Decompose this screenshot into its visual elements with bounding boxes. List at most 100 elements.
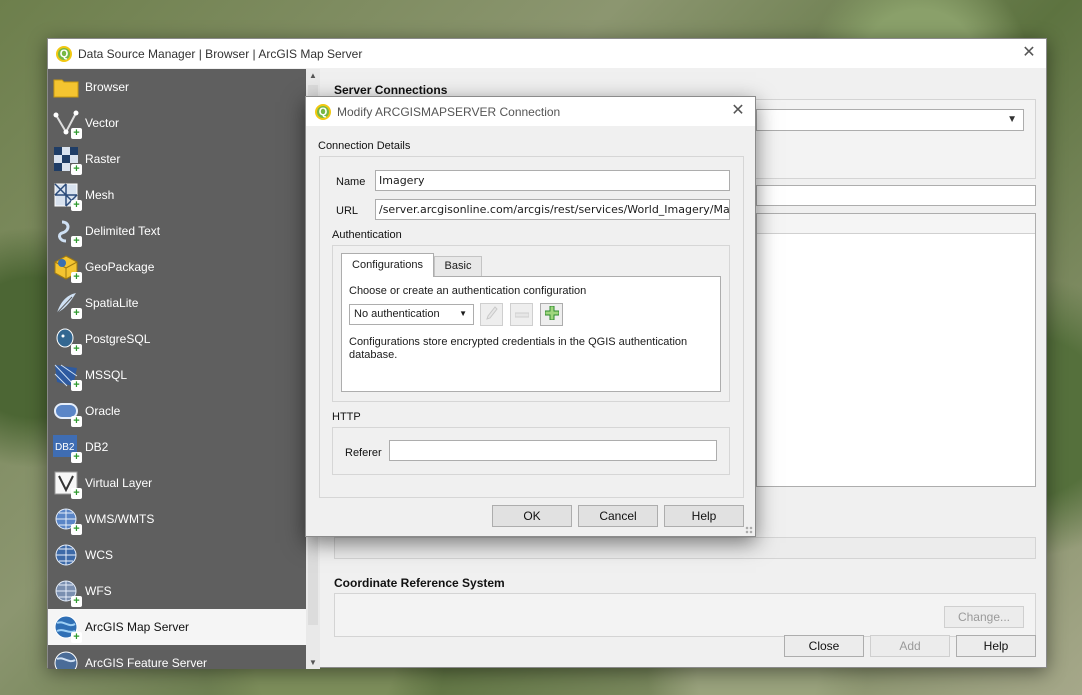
resize-grip-icon[interactable] [745, 526, 753, 534]
sidebar-item-mssql[interactable]: + MSSQL [48, 357, 306, 393]
raster-icon: + [52, 145, 82, 175]
cancel-button[interactable]: Cancel [578, 505, 658, 527]
sidebar-item-vector[interactable]: + Vector [48, 105, 306, 141]
minus-icon [514, 308, 529, 322]
ok-button[interactable]: OK [492, 505, 572, 527]
connections-dropdown[interactable]: ▼ [756, 109, 1024, 131]
sidebar-item-arcgis-map-server[interactable]: + ArcGIS Map Server [48, 609, 306, 645]
sidebar-item-oracle[interactable]: + Oracle [48, 393, 306, 429]
wfs-icon: + [52, 577, 82, 607]
layers-tree-header [757, 214, 1035, 234]
sidebar-item-spatialite[interactable]: + SpatiaLite [48, 285, 306, 321]
qgis-logo-icon: Q [315, 103, 331, 120]
auth-config-select[interactable]: No authentication ▼ [349, 304, 474, 325]
sidebar-item-label: Browser [85, 80, 130, 94]
change-crs-button[interactable]: Change... [944, 606, 1024, 628]
pencil-icon [485, 306, 498, 323]
virtual-layer-icon: + [52, 469, 82, 499]
dialog-help-button[interactable]: Help [664, 505, 744, 527]
url-input[interactable]: /server.arcgisonline.com/arcgis/rest/ser… [375, 199, 730, 220]
sidebar-item-arcgis-feature-server[interactable]: ArcGIS Feature Server [48, 645, 306, 669]
dialog-titlebar: Q Modify ARCGISMAPSERVER Connection ✕ [306, 97, 755, 126]
tab-basic[interactable]: Basic [434, 256, 482, 277]
sidebar-item-label: GeoPackage [85, 260, 155, 274]
postgresql-icon: + [52, 325, 82, 355]
sidebar-item-label: WFS [85, 584, 112, 598]
remove-config-button[interactable] [510, 303, 533, 326]
sidebar-item-label: Mesh [85, 188, 115, 202]
auth-tabs: Configurations Basic Choose or create an… [341, 253, 723, 395]
wcs-icon [52, 541, 80, 569]
qgis-logo-icon: Q [56, 45, 72, 62]
scroll-down-icon[interactable]: ▼ [309, 658, 317, 667]
plus-icon [544, 305, 559, 323]
sidebar-item-label: WMS/WMTS [85, 512, 155, 526]
sidebar-item-label: WCS [85, 548, 113, 562]
sidebar-item-wms-wmts[interactable]: + WMS/WMTS [48, 501, 306, 537]
dialog-close-icon[interactable]: ✕ [729, 102, 747, 120]
crs-title: Coordinate Reference System [334, 576, 505, 590]
sidebar: Browser + Vector + Raster + Mesh + Delim… [48, 69, 306, 669]
auth-prompt: Choose or create an authentication confi… [349, 285, 587, 297]
vector-icon: + [52, 109, 82, 139]
window-close-icon[interactable]: ✕ [1020, 44, 1038, 62]
edit-config-button[interactable] [480, 303, 503, 326]
tab-configurations[interactable]: Configurations [341, 253, 434, 277]
delimited-text-icon: + [52, 217, 82, 247]
referer-input[interactable] [389, 440, 717, 461]
sidebar-item-label: Oracle [85, 404, 121, 418]
db2-icon: DB2 + [52, 433, 82, 463]
sidebar-item-db2[interactable]: DB2 + DB2 [48, 429, 306, 465]
add-button[interactable]: Add [870, 635, 950, 657]
chevron-down-icon: ▼ [1007, 114, 1017, 125]
chevron-down-icon: ▼ [459, 309, 467, 318]
server-connections-title: Server Connections [334, 83, 448, 97]
sidebar-item-label: Virtual Layer [85, 476, 153, 490]
sidebar-item-virtual-layer[interactable]: + Virtual Layer [48, 465, 306, 501]
layer-name-field [334, 537, 1036, 559]
window-titlebar: Q Data Source Manager | Browser | ArcGIS… [48, 39, 1046, 68]
geopackage-icon: + [52, 253, 82, 283]
folder-icon [52, 73, 80, 101]
sidebar-item-delimited-text[interactable]: + Delimited Text [48, 213, 306, 249]
help-button[interactable]: Help [956, 635, 1036, 657]
arcgis-feature-server-icon [52, 649, 80, 669]
sidebar-item-label: ArcGIS Feature Server [85, 656, 208, 669]
filter-input[interactable] [756, 185, 1036, 206]
add-config-button[interactable] [540, 303, 563, 326]
scroll-up-icon[interactable]: ▲ [309, 71, 317, 80]
sidebar-item-raster[interactable]: + Raster [48, 141, 306, 177]
authentication-label: Authentication [332, 229, 402, 241]
layers-tree[interactable] [756, 213, 1036, 487]
sidebar-item-label: DB2 [85, 440, 109, 454]
name-label: Name [336, 176, 366, 188]
modify-connection-dialog: Q Modify ARCGISMAPSERVER Connection ✕ Co… [305, 96, 756, 537]
sidebar-item-browser[interactable]: Browser [48, 69, 306, 105]
spatialite-icon: + [52, 289, 82, 319]
mesh-icon: + [52, 181, 82, 211]
sidebar-item-wcs[interactable]: WCS [48, 537, 306, 573]
crs-group [334, 593, 1036, 637]
sidebar-item-wfs[interactable]: + WFS [48, 573, 306, 609]
sidebar-item-mesh[interactable]: + Mesh [48, 177, 306, 213]
mssql-icon: + [52, 361, 82, 391]
dialog-title: Modify ARCGISMAPSERVER Connection [337, 104, 561, 119]
sidebar-item-label: ArcGIS Map Server [85, 620, 190, 634]
sidebar-item-label: Delimited Text [85, 224, 161, 238]
arcgis-map-server-icon: + [52, 613, 82, 643]
auth-info-text: Configurations store encrypted credentia… [349, 336, 688, 361]
referer-label: Referer [345, 447, 382, 459]
sidebar-item-label: SpatiaLite [85, 296, 139, 310]
oracle-icon: + [52, 397, 82, 427]
sidebar-item-geopackage[interactable]: + GeoPackage [48, 249, 306, 285]
close-button[interactable]: Close [784, 635, 864, 657]
wms-icon: + [52, 505, 82, 535]
configurations-panel: Choose or create an authentication confi… [341, 276, 721, 392]
sidebar-item-label: PostgreSQL [85, 332, 151, 346]
sidebar-item-postgresql[interactable]: + PostgreSQL [48, 321, 306, 357]
name-input[interactable]: Imagery [375, 170, 730, 191]
sidebar-item-label: Raster [85, 152, 121, 166]
window-title: Data Source Manager | Browser | ArcGIS M… [78, 46, 363, 61]
http-label: HTTP [332, 411, 361, 423]
auth-config-value: No authentication [354, 308, 440, 320]
